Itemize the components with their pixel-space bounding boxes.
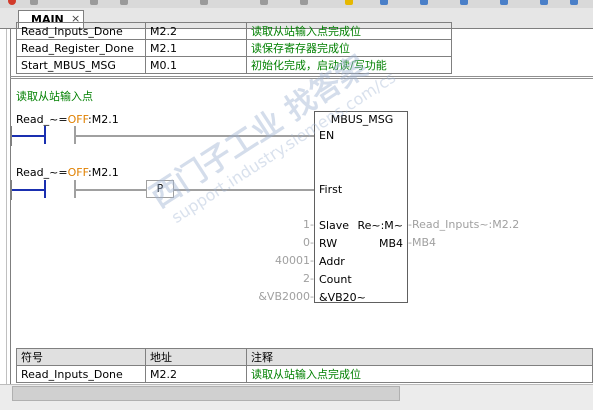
rung-wire <box>12 135 44 137</box>
symbol-table-bottom: 符号 地址 注释 Read_Inputs_Done M2.2 读取从站输入点完成… <box>16 348 593 383</box>
rw-value[interactable]: 0- <box>303 236 314 249</box>
column-header-comment[interactable]: 注释 <box>246 348 593 366</box>
symbol-cell: Read_Inputs_Done <box>16 22 146 40</box>
network-title: 读取从站输入点 <box>16 90 93 103</box>
value-text: 0 <box>303 236 311 249</box>
value-text: MB4 <box>411 236 437 249</box>
error-output-value[interactable]: -MB4 <box>408 236 436 249</box>
comment-cell: 初始化完成，启动读/写功能 <box>246 56 452 74</box>
comment-cell: 读取从站输入点完成位 <box>246 365 593 383</box>
column-header-symbol[interactable]: 符号 <box>16 348 146 366</box>
pin-rw: RW <box>319 237 338 250</box>
pin-dash: - <box>310 254 314 267</box>
toolbar-icon[interactable] <box>120 0 128 5</box>
contact-left-bar[interactable] <box>44 180 46 198</box>
value-text: 2 <box>303 272 311 285</box>
value-text: 40001 <box>275 254 311 267</box>
scrollbar-thumb[interactable] <box>12 386 400 401</box>
contact-label: Read_~=OFF:M2.1 <box>16 113 119 126</box>
symbol-cell: Read_Register_Done <box>16 39 146 57</box>
contact-state: OFF <box>67 166 89 179</box>
horizontal-scrollbar[interactable] <box>0 384 593 410</box>
data-value[interactable]: &VB2000- <box>258 290 314 303</box>
table-row[interactable]: Start_MBUS_MSG M0.1 初始化完成，启动读/写功能 <box>16 56 452 74</box>
pin-data: &VB20~ <box>319 291 366 304</box>
value-text: &VB2000 <box>258 290 311 303</box>
table-row[interactable]: Read_Inputs_Done M2.2 读取从站输入点完成位 <box>16 365 593 383</box>
pin-first: First <box>319 183 343 196</box>
rung-wire <box>12 189 44 191</box>
toolbar-icon[interactable] <box>420 0 428 5</box>
pin-error: MB4 <box>378 237 403 250</box>
rung-wire <box>174 189 314 191</box>
toolbar-icon[interactable] <box>500 0 508 5</box>
table-row[interactable]: Read_Register_Done M2.1 读保存寄存器完成位 <box>16 39 452 57</box>
pin-en: EN <box>319 129 335 142</box>
contact-eq: = <box>58 166 68 179</box>
count-value[interactable]: 2- <box>303 272 314 285</box>
toolbar-icon[interactable] <box>200 0 208 5</box>
pin-slave: Slave <box>319 219 350 232</box>
address-cell: M2.1 <box>145 39 247 57</box>
contact-address: :M2.1 <box>88 113 119 126</box>
symbol-cell: Read_Inputs_Done <box>16 365 146 383</box>
stop-icon[interactable] <box>8 0 16 5</box>
symbol-table-top: Read_Inputs_Done M2.2 读取从站输入点完成位 Read_Re… <box>16 22 452 74</box>
toolbar-icon[interactable] <box>380 0 388 5</box>
rung-wire <box>76 135 314 137</box>
toolbar-icon[interactable] <box>300 0 308 5</box>
address-cell: M0.1 <box>145 56 247 74</box>
toolbar-icon[interactable] <box>345 0 353 5</box>
addr-value[interactable]: 40001- <box>275 254 314 267</box>
positive-edge-contact[interactable]: P <box>146 180 174 198</box>
address-cell: M2.2 <box>145 22 247 40</box>
pin-addr: Addr <box>319 255 345 268</box>
comment-cell: 读取从站输入点完成位 <box>246 22 452 40</box>
slave-value[interactable]: 1- <box>303 218 314 231</box>
contact-state: OFF <box>67 113 89 126</box>
pin-dash: - <box>310 218 314 231</box>
done-output-value[interactable]: -Read_Inputs~:M2.2 <box>408 218 519 231</box>
toolbar-icon[interactable] <box>260 0 268 5</box>
table-header-row: 符号 地址 注释 <box>16 348 593 366</box>
toolbar-icon[interactable] <box>540 0 548 5</box>
symbol-cell: Start_MBUS_MSG <box>16 56 146 74</box>
contact-eq: = <box>58 113 68 126</box>
contact-symbol: Read_~ <box>16 113 59 126</box>
mbus-msg-block[interactable]: MBUS_MSG EN First Slave RW Addr Count &V… <box>314 111 408 304</box>
contact-address: :M2.1 <box>88 166 119 179</box>
contact-label: Read_~=OFF:M2.1 <box>16 166 119 179</box>
ladder-editor[interactable]: Read_Inputs_Done M2.2 读取从站输入点完成位 Read_Re… <box>0 22 593 384</box>
left-power-rail <box>10 29 11 384</box>
contact-left-bar[interactable] <box>44 126 46 144</box>
pin-dash: - <box>310 236 314 249</box>
address-cell: M2.2 <box>145 365 247 383</box>
toolbar-icon[interactable] <box>460 0 468 5</box>
pin-dash: - <box>310 290 314 303</box>
toolbar-icon[interactable] <box>90 0 98 5</box>
comment-cell: 读保存寄存器完成位 <box>246 39 452 57</box>
column-header-address[interactable]: 地址 <box>145 348 247 366</box>
pin-count: Count <box>319 273 352 286</box>
contact-symbol: Read_~ <box>16 166 59 179</box>
block-title: MBUS_MSG <box>330 113 394 126</box>
rung-wire <box>76 189 146 191</box>
network-separator <box>10 76 593 79</box>
gutter-line <box>6 29 7 384</box>
table-row[interactable]: Read_Inputs_Done M2.2 读取从站输入点完成位 <box>16 22 452 40</box>
pin-dash: - <box>310 272 314 285</box>
value-text: Read_Inputs~:M2.2 <box>411 218 520 231</box>
value-text: 1 <box>303 218 311 231</box>
toolbar-icon[interactable] <box>570 0 578 5</box>
toolbar <box>0 0 593 8</box>
toolbar-icon[interactable] <box>30 0 38 5</box>
pin-done: Re~:M~ <box>357 219 403 232</box>
